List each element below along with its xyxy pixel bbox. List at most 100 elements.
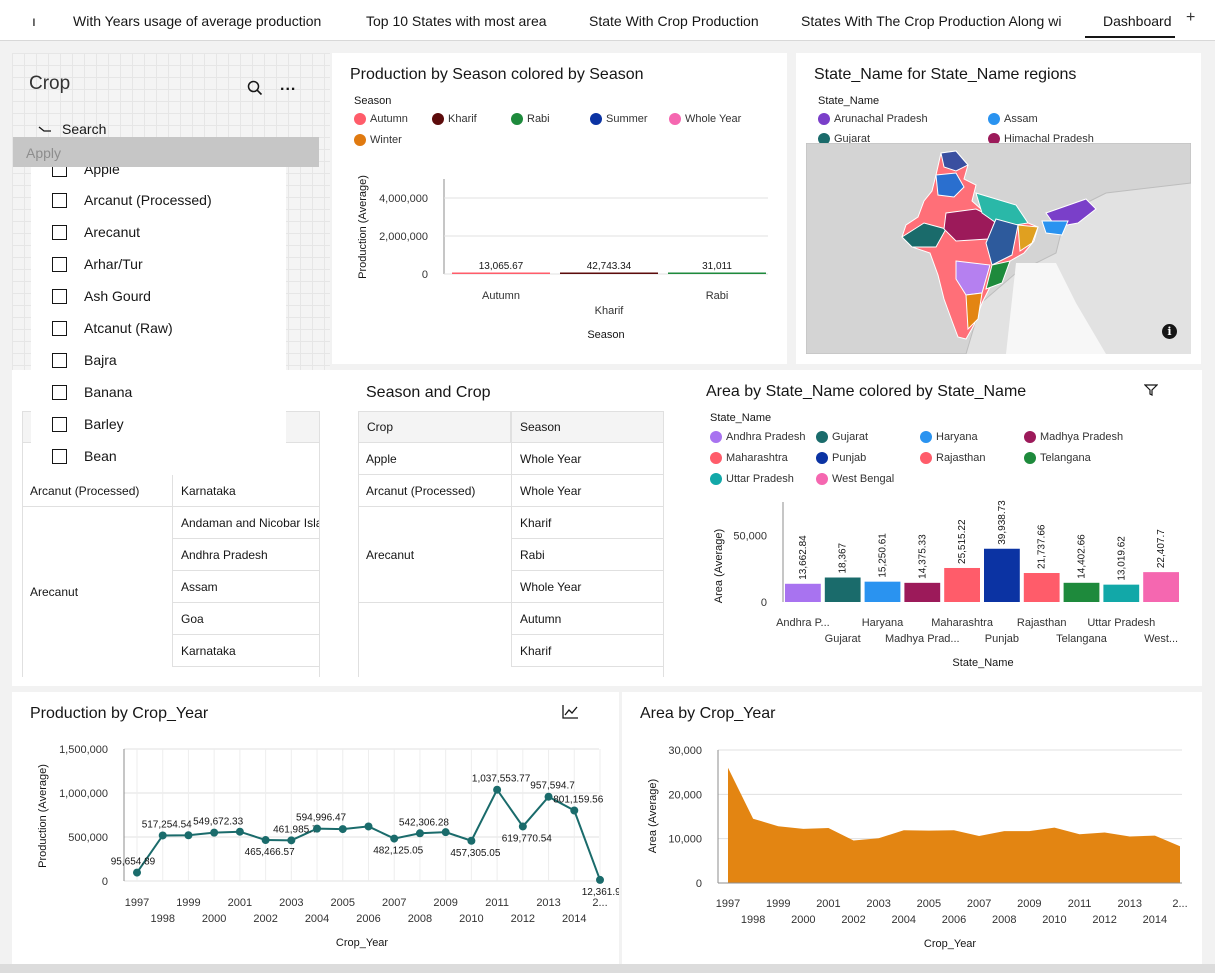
x-tick-label: 2008 [408, 913, 432, 925]
season-chart-panel: Production by Season colored by Season S… [332, 53, 787, 364]
data-label: 13,662.84 [798, 535, 809, 580]
bar [452, 272, 550, 274]
search-row[interactable]: Search [38, 121, 106, 137]
table-border [319, 443, 320, 677]
season-crop-table-panel: Season and Crop Crop Season Apple Whole … [342, 370, 688, 686]
legend-item[interactable]: Assam [988, 113, 1038, 125]
x-tick-label: 2000 [202, 913, 226, 925]
x-tick-label: 2013 [1118, 898, 1142, 910]
tab-partial[interactable]: ı [32, 0, 44, 41]
crop-option[interactable]: Arhar/Tur [52, 248, 143, 280]
checkbox[interactable] [52, 192, 67, 208]
data-point [235, 827, 244, 836]
table-cell-crop: Apple [358, 443, 511, 475]
legend-swatch [818, 133, 830, 143]
checkbox[interactable] [52, 384, 67, 400]
x-axis-title: Season [587, 329, 624, 341]
x-tick-label: 2001 [228, 897, 252, 909]
data-label: 42,743.34 [587, 261, 632, 272]
checkbox[interactable] [52, 416, 67, 432]
india-map[interactable] [806, 143, 1191, 354]
crop-option[interactable]: Bajra [52, 344, 117, 376]
x-tick-label: 2013 [536, 897, 560, 909]
legend-item[interactable]: Himachal Pradesh [988, 133, 1094, 143]
table-cell-crop: Arcanut (Processed) [358, 475, 511, 507]
crop-checkbox-list[interactable]: Apple Arcanut (Processed) Arecanut Arhar… [31, 167, 286, 470]
bar [668, 272, 766, 274]
data-label: 13,019.62 [1116, 536, 1127, 581]
legend-item[interactable]: Gujarat [818, 133, 870, 143]
search-icon[interactable] [247, 80, 263, 96]
crop-option[interactable]: Bean [52, 440, 117, 470]
crop-option[interactable]: Apple [52, 167, 120, 185]
bar [1023, 573, 1060, 602]
data-label: 31,011 [702, 261, 732, 272]
tab-state-crop-production[interactable]: State With Crop Production [589, 0, 779, 41]
tab-dashboard[interactable]: Dashboard [1085, 0, 1175, 38]
horizontal-scrollbar[interactable] [0, 964, 1215, 973]
y-axis-title: Area (Average) [647, 779, 659, 853]
crop-option[interactable]: Arcanut (Processed) [52, 184, 212, 216]
data-label: 39,938.73 [997, 500, 1008, 545]
data-point [338, 825, 347, 834]
x-axis-title: State_Name [952, 657, 1013, 669]
data-label: 457,305.05 [450, 848, 500, 859]
data-label: 15,250.61 [878, 533, 889, 578]
x-tick-label: 2... [592, 897, 607, 909]
table-cell-state: Andhra Pradesh [172, 539, 320, 571]
x-tick-label: 2004 [305, 913, 329, 925]
crop-option[interactable]: Atcanut (Raw) [52, 312, 173, 344]
x-tick-label: 1997 [716, 898, 740, 910]
x-tick-label: 2011 [485, 897, 509, 909]
data-label: 461,985.7 [273, 824, 318, 835]
data-point [184, 831, 193, 840]
apply-button[interactable]: Apply [13, 137, 319, 167]
table-cell-state: Assam [172, 571, 320, 603]
x-tick-label: 1997 [125, 897, 149, 909]
tab-top-10-states[interactable]: Top 10 States with most area [366, 0, 566, 41]
crop-option[interactable]: Ash Gourd [52, 280, 151, 312]
checkbox[interactable] [52, 288, 67, 304]
bar [1063, 582, 1100, 602]
crop-option[interactable]: Barley [52, 408, 124, 440]
crop-option[interactable]: Arecanut [52, 216, 140, 248]
info-icon[interactable]: i [1162, 324, 1177, 339]
data-label: 619,770.54 [502, 833, 552, 844]
tab-states-crop-production-along[interactable]: States With The Crop Production Along wi [801, 0, 1069, 41]
checkbox[interactable] [52, 224, 67, 240]
legend-item[interactable]: Arunachal Pradesh [818, 113, 928, 125]
table-header-season[interactable]: Season [511, 411, 664, 443]
checkbox[interactable] [52, 320, 67, 336]
y-tick-label: 2,000,000 [379, 231, 428, 243]
more-options-icon[interactable]: ... [280, 77, 296, 95]
checkbox[interactable] [52, 352, 67, 368]
table-cell-crop: Arecanut [358, 507, 511, 603]
table-cell-state: Goa [172, 603, 320, 635]
y-tick-label: 1,000,000 [59, 788, 108, 800]
y-tick-label: 4,000,000 [379, 193, 428, 205]
x-tick-label: Maharashtra [931, 617, 994, 629]
data-point [441, 828, 450, 837]
table-cell-crop: Arecanut [30, 585, 79, 599]
bar [864, 581, 901, 602]
y-tick-label: 0 [761, 597, 767, 609]
checkbox[interactable] [52, 256, 67, 272]
checkbox[interactable] [52, 167, 67, 177]
bar [904, 582, 941, 602]
table-border [22, 443, 23, 677]
table-cell-state: Andaman and Nicobar Isla [172, 507, 320, 539]
table-header-crop[interactable]: Crop [358, 411, 511, 443]
x-tick-label: 2014 [562, 913, 586, 925]
data-point [493, 785, 502, 794]
crop-option[interactable]: Banana [52, 376, 132, 408]
checkbox[interactable] [52, 448, 67, 464]
bar [1143, 572, 1179, 602]
data-label: 517,254.54 [142, 819, 192, 830]
x-tick-label: Kharif [595, 305, 625, 317]
legend-swatch [988, 113, 1000, 125]
add-tab-button[interactable]: + [1186, 9, 1195, 27]
tab-years-usage[interactable]: With Years usage of average production [73, 0, 343, 41]
data-label: 22,407.7 [1156, 529, 1167, 568]
table-cell-season: Kharif [511, 507, 664, 539]
x-tick-label: Madhya Prad... [885, 633, 960, 645]
